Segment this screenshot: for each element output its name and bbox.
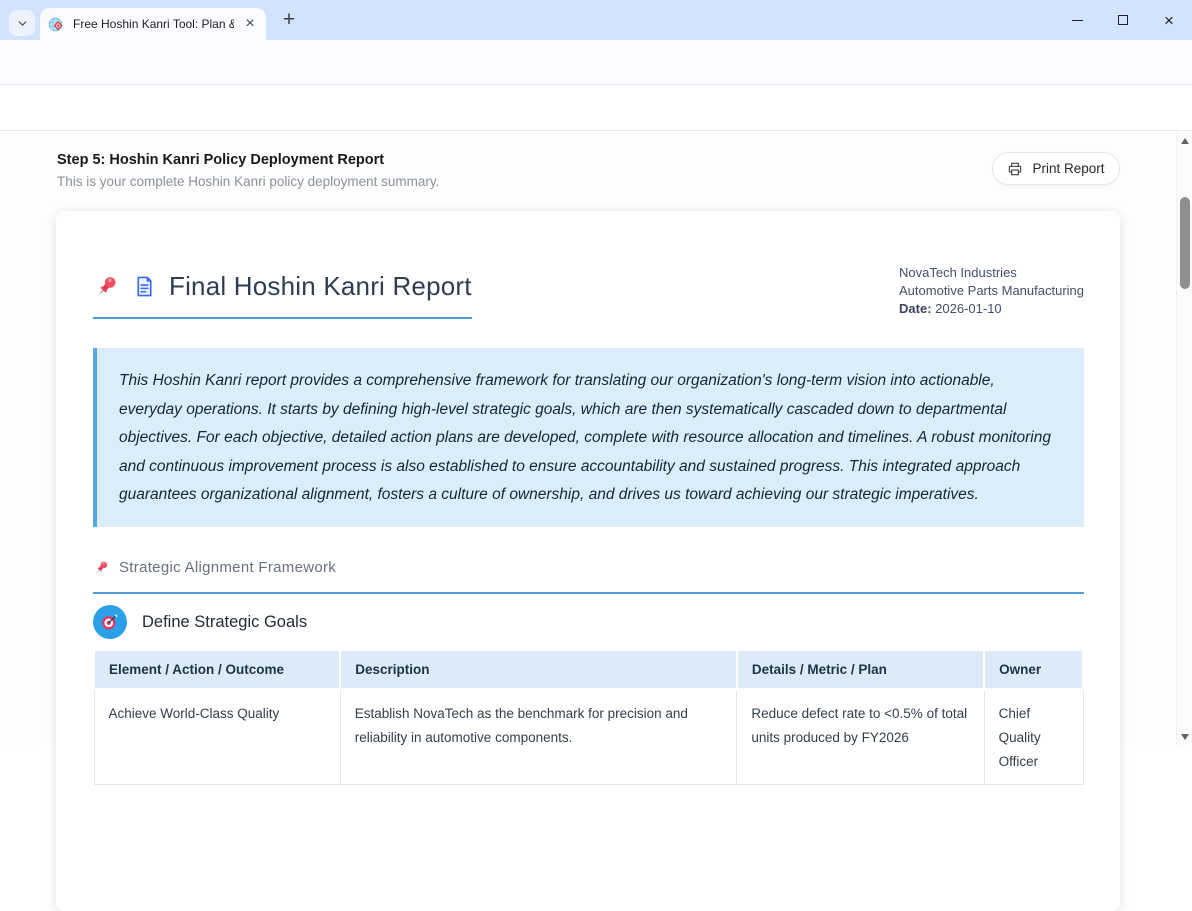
cell-element: Achieve World-Class Quality bbox=[94, 689, 340, 785]
browser-titlebar: Free Hoshin Kanri Tool: Plan & E × + × bbox=[0, 0, 1192, 40]
tab-title: Free Hoshin Kanri Tool: Plan & E bbox=[73, 17, 234, 31]
browser-tab[interactable]: Free Hoshin Kanri Tool: Plan & E × bbox=[40, 8, 266, 40]
pushpin-icon bbox=[93, 273, 120, 300]
page-content: Step 5: Hoshin Kanri Policy Deployment R… bbox=[0, 131, 1192, 745]
print-report-label: Print Report bbox=[1032, 161, 1104, 176]
report-date: Date: 2026-01-10 bbox=[899, 300, 1084, 318]
report-summary-box: This Hoshin Kanri report provides a comp… bbox=[93, 348, 1084, 527]
page-scrollbar[interactable] bbox=[1176, 131, 1192, 745]
subsection-heading-row: Define Strategic Goals bbox=[93, 605, 307, 639]
scroll-up-arrow-icon[interactable] bbox=[1181, 138, 1189, 144]
cell-details: Reduce defect rate to <0.5% of total uni… bbox=[737, 689, 984, 785]
step-subtitle: This is your complete Hoshin Kanri polic… bbox=[57, 174, 439, 189]
cell-owner: Chief Quality Officer bbox=[984, 689, 1083, 785]
subsection-title: Define Strategic Goals bbox=[142, 613, 307, 632]
col-element: Element / Action / Outcome bbox=[94, 650, 340, 689]
col-details: Details / Metric / Plan bbox=[737, 650, 984, 689]
window-controls: × bbox=[1054, 0, 1192, 40]
print-report-button[interactable]: Print Report bbox=[992, 152, 1120, 185]
browser-toolbar: ai-toolbox.visual-paradigm.com/app/hoshi… bbox=[0, 40, 1192, 85]
app-header: Hoshin Kanri Policy Deployment Powered b… bbox=[0, 85, 1192, 131]
window-close-icon[interactable]: × bbox=[1146, 0, 1192, 40]
section-title: Strategic Alignment Framework bbox=[119, 559, 336, 576]
site-favicon-icon bbox=[48, 16, 65, 33]
date-label: Date: bbox=[899, 301, 932, 316]
tab-search-button[interactable] bbox=[9, 10, 35, 36]
pushpin-icon bbox=[93, 559, 110, 576]
new-tab-button[interactable]: + bbox=[278, 9, 300, 31]
section-heading-row: Strategic Alignment Framework bbox=[93, 559, 1084, 594]
table-header-row: Element / Action / Outcome Description D… bbox=[94, 650, 1083, 689]
report-title-row: Final Hoshin Kanri Report bbox=[93, 271, 472, 319]
cell-description: Establish NovaTech as the benchmark for … bbox=[340, 689, 737, 785]
window-maximize-icon[interactable] bbox=[1100, 0, 1146, 40]
table-row: Achieve World-Class Quality Establish No… bbox=[94, 689, 1083, 785]
target-icon bbox=[93, 605, 127, 639]
date-value: 2026-01-10 bbox=[935, 301, 1002, 316]
scrollbar-thumb[interactable] bbox=[1180, 197, 1190, 289]
report-info-block: NovaTech Industries Automotive Parts Man… bbox=[899, 264, 1084, 318]
industry-name: Automotive Parts Manufacturing bbox=[899, 282, 1084, 300]
report-card: Final Hoshin Kanri Report NovaTech Indus… bbox=[56, 211, 1120, 911]
window-minimize-icon[interactable] bbox=[1054, 0, 1100, 40]
chevron-down-icon bbox=[16, 17, 29, 30]
col-description: Description bbox=[340, 650, 737, 689]
tab-close-icon[interactable]: × bbox=[242, 16, 258, 32]
document-icon bbox=[133, 275, 156, 298]
step-title: Step 5: Hoshin Kanri Policy Deployment R… bbox=[57, 152, 384, 168]
scroll-down-arrow-icon[interactable] bbox=[1181, 734, 1189, 740]
strategic-goals-table: Element / Action / Outcome Description D… bbox=[93, 649, 1084, 785]
col-owner: Owner bbox=[984, 650, 1083, 689]
printer-icon bbox=[1007, 161, 1023, 177]
company-name: NovaTech Industries bbox=[899, 264, 1084, 282]
report-title: Final Hoshin Kanri Report bbox=[169, 271, 472, 302]
